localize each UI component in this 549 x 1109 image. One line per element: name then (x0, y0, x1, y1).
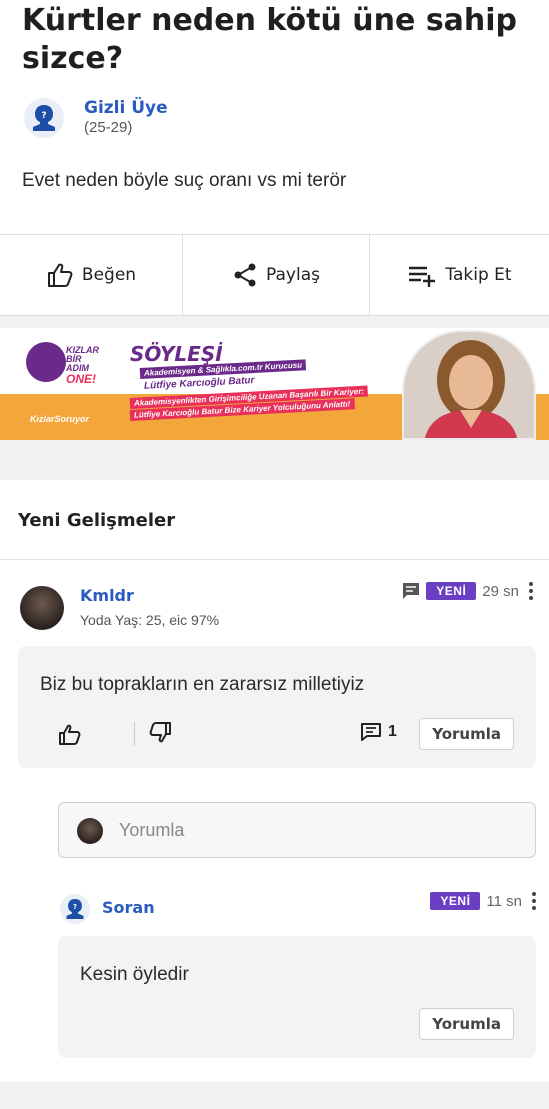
follow-button[interactable]: Takip Et (370, 235, 549, 315)
reply-author[interactable]: Soran (102, 898, 155, 917)
svg-text:?: ? (41, 111, 46, 121)
divider (134, 722, 135, 746)
playlist-add-icon (409, 266, 436, 287)
share-button[interactable]: Paylaş (183, 235, 370, 315)
promo-banner[interactable]: KIZLAR BİR ADIM ONE! KızlarSoruyor SÖYLE… (0, 328, 549, 440)
brand-circle-icon (26, 342, 66, 382)
answer-bubble: Biz bu toprakların en zararsız milletiyi… (18, 646, 536, 768)
anonymous-avatar-icon[interactable]: ? (24, 98, 64, 138)
section-header: Yeni Gelişmeler (0, 480, 549, 560)
banner-site-name: KızlarSoruyor (30, 414, 90, 424)
spacer (0, 440, 549, 480)
share-label: Paylaş (266, 265, 320, 285)
svg-text:?: ? (73, 903, 77, 911)
reply-button[interactable]: Yorumla (419, 1008, 514, 1040)
brand-line-2: BİR ADIM (66, 354, 89, 373)
follow-label: Takip Et (445, 265, 512, 285)
question-card: Kürtler neden kötü üne sahip sizce? ? Gi… (0, 0, 549, 234)
reply-input[interactable]: Yorumla (58, 802, 536, 858)
new-badge: YENİ (430, 892, 481, 910)
answer-post: Kmldr Yoda Yaş: 25, eic 97% YENİ 29 sn B… (0, 562, 549, 1082)
spacer (0, 316, 549, 328)
question-body: Evet neden böyle suç oranı vs mi terör (22, 170, 347, 191)
avatar[interactable] (20, 586, 64, 630)
reply-header-right: YENİ 11 sn (430, 892, 536, 910)
reply-button[interactable]: Yorumla (419, 718, 514, 750)
share-icon (234, 263, 256, 287)
more-options-icon[interactable] (529, 582, 533, 600)
reply-input-placeholder: Yorumla (119, 820, 185, 840)
thumbs-up-icon (47, 263, 73, 287)
answer-author[interactable]: Kmldr (80, 586, 134, 605)
thumbs-up-icon[interactable] (58, 724, 82, 746)
like-label: Beğen (81, 265, 137, 285)
question-title: Kürtler neden kötü üne sahip sizce? (22, 3, 518, 76)
answer-actions: 1 Yorumla (18, 718, 536, 752)
asker-name[interactable]: Gizli Üye (84, 98, 168, 118)
reply-text: Kesin öyledir (80, 964, 189, 985)
like-button[interactable]: Beğen (0, 235, 183, 315)
answer-header-right: YENİ 29 sn (402, 582, 533, 600)
reply-bubble: Kesin öyledir Yorumla (58, 936, 536, 1058)
asker-info[interactable]: ? Gizli Üye (25-29) (24, 98, 168, 138)
answer-text: Biz bu toprakların en zararsız milletiyi… (40, 674, 365, 695)
thumbs-down-icon[interactable] (148, 722, 172, 744)
section-title: Yeni Gelişmeler (18, 510, 176, 531)
question-action-bar: Beğen Paylaş Takip Et (0, 234, 549, 316)
banner-portrait (402, 330, 536, 440)
asker-age: (25-29) (84, 119, 133, 136)
answer-author-meta: Yoda Yaş: 25, eic 97% (80, 612, 220, 628)
comment-icon (361, 723, 381, 741)
spacer (0, 1082, 549, 1109)
brand-logo: KIZLAR BİR ADIM ONE! (14, 342, 104, 386)
more-options-icon[interactable] (532, 892, 536, 910)
reply-time: 11 sn (486, 892, 522, 910)
new-badge: YENİ (426, 582, 477, 600)
comment-count[interactable]: 1 (360, 722, 397, 742)
message-icon (403, 583, 420, 599)
answer-time: 29 sn (482, 582, 519, 600)
avatar (77, 818, 103, 844)
banner-heading: SÖYLEŞİ (130, 342, 223, 366)
brand-line-3: ONE! (66, 372, 96, 386)
anonymous-avatar-icon[interactable]: ? (60, 894, 90, 924)
comment-count-value: 1 (388, 723, 397, 740)
